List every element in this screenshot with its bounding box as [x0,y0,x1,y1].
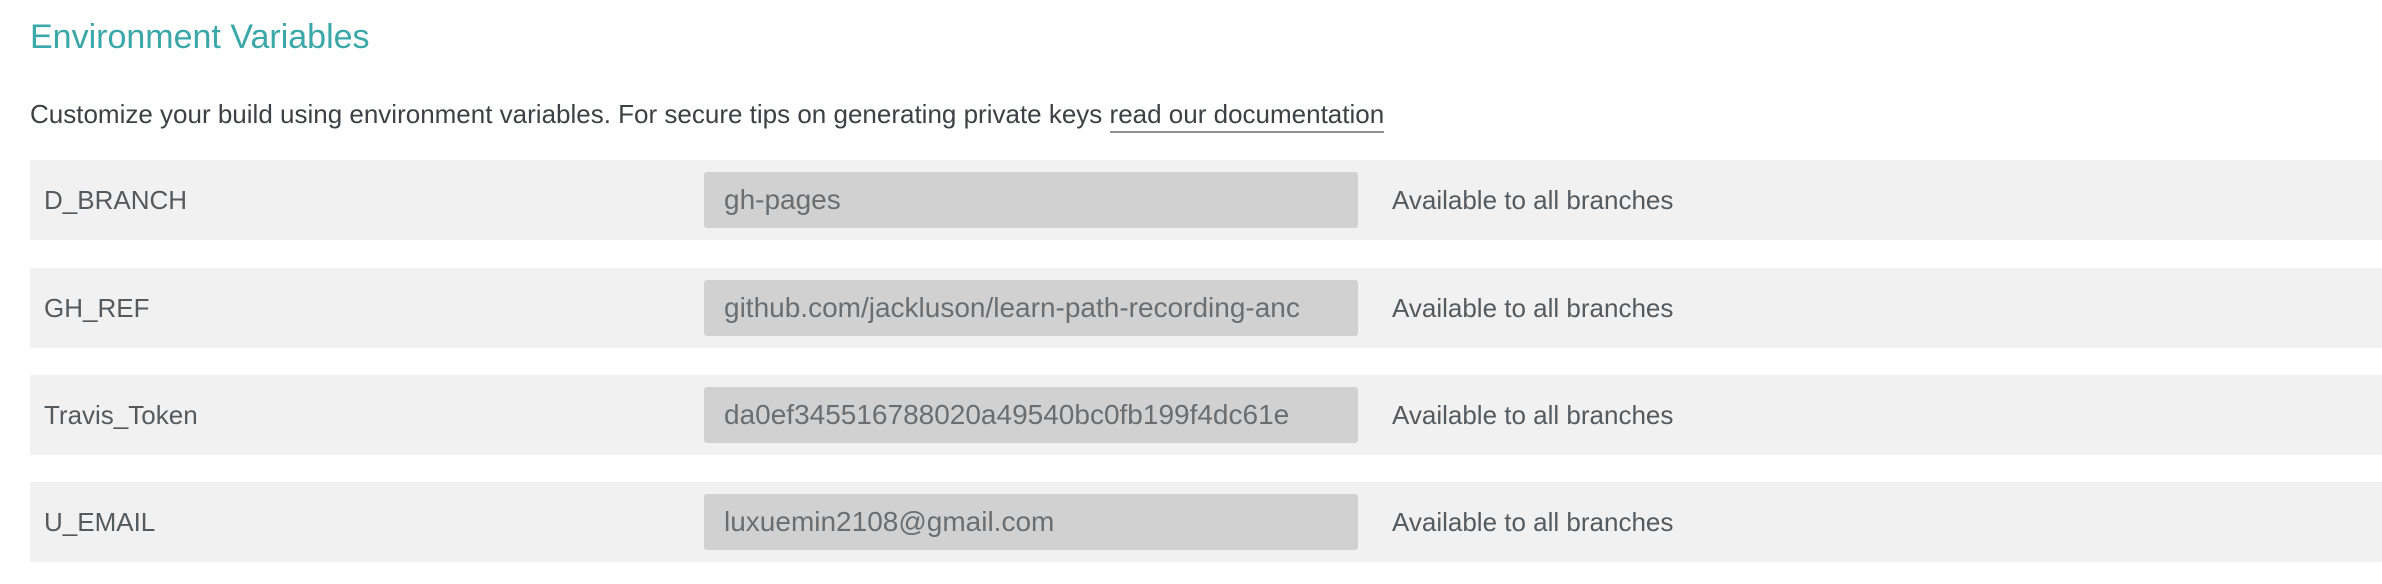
section-description: Customize your build using environment v… [30,96,1385,133]
env-var-name: GH_REF [44,293,150,323]
env-var-availability: Available to all branches [1392,185,1674,215]
env-var-row[interactable]: U_EMAIL luxuemin2108@gmail.com Available… [30,482,2382,562]
env-var-availability: Available to all branches [1392,293,1674,323]
env-var-row[interactable]: GH_REF github.com/jackluson/learn-path-r… [30,268,2382,348]
env-var-value[interactable]: luxuemin2108@gmail.com [704,494,1358,550]
env-var-value[interactable]: github.com/jackluson/learn-path-recordin… [704,280,1358,336]
env-var-name: D_BRANCH [44,185,188,215]
env-var-name: Travis_Token [44,400,198,430]
env-settings-page: Environment Variables Customize your bui… [0,0,2382,584]
env-var-value[interactable]: gh-pages [704,172,1358,228]
env-var-value[interactable]: da0ef345516788020a49540bc0fb199f4dc61e [704,387,1358,443]
env-var-row[interactable]: Travis_Token da0ef345516788020a49540bc0f… [30,375,2382,455]
env-var-availability: Available to all branches [1392,400,1674,430]
section-title: Environment Variables [30,18,370,56]
env-var-availability: Available to all branches [1392,507,1674,537]
documentation-link[interactable]: read our documentation [1109,99,1385,133]
env-var-name: U_EMAIL [44,507,156,537]
env-var-row[interactable]: D_BRANCH gh-pages Available to all branc… [30,160,2382,240]
description-text: Customize your build using environment v… [30,99,1110,129]
